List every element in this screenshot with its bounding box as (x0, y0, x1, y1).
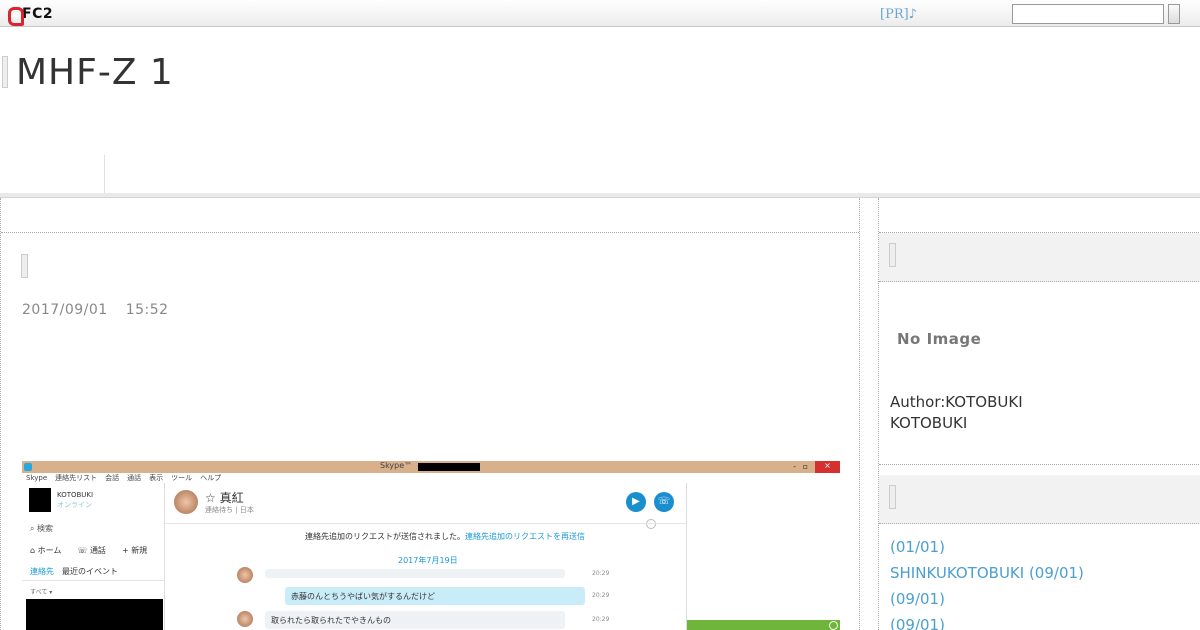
skype-nav: ⌂ ホーム ☏ 通話 + 新規 (30, 545, 163, 556)
main-column: 2017/09/01 15:52 Skype™ - ▫ × Skype 連絡先リスト… (0, 198, 860, 630)
skype-nav-call: ☏ 通話 (77, 546, 106, 555)
message-bubble-outgoing: 赤藤のんとちうやばい気がするんだけど (285, 587, 585, 605)
contact-name: ☆ 真紅 (205, 491, 244, 505)
entry-image[interactable]: Skype™ - ▫ × Skype 連絡先リスト 会話 通話 表示 ツール ヘルプ KOT… (22, 461, 840, 630)
profile-plugin-header (879, 233, 1200, 282)
redaction-bar (418, 463, 480, 471)
skype-titlebar: Skype™ - ▫ × (22, 461, 840, 473)
skype-user-status: オンライン (57, 501, 92, 509)
skype-menu-item: ヘルプ (200, 474, 222, 482)
author-info: Author:KOTOBUKI KOTOBUKI (890, 392, 1023, 434)
skype-filter-label: すべて (30, 589, 48, 596)
skype-menu-item: Skype (26, 474, 48, 482)
message-bubble (265, 569, 565, 578)
nav-strip (0, 155, 1200, 195)
search-button[interactable] (1168, 4, 1180, 24)
profile-image: No Image (897, 330, 982, 348)
skype-menu-item: 表示 (149, 474, 164, 482)
message-time: 20:29 (592, 570, 610, 577)
chat-notice: 連絡先追加のリクエストが送信されました。連絡先追加のリクエストを再送信 (305, 531, 585, 542)
author-label: Author:KOTOBUKI (890, 393, 1023, 411)
globe-icon (646, 519, 656, 529)
skype-nav-label: 新規 (131, 546, 148, 555)
skype-user-name: KOTOBUKI (57, 491, 94, 499)
pr-link[interactable]: [PR]♪ (880, 7, 917, 22)
skype-menubar: Skype 連絡先リスト 会話 通話 表示 ツール ヘルプ (22, 473, 840, 483)
skype-tab-contacts: 連絡先 (30, 567, 54, 576)
blog-title[interactable]: MHF-Z 1 (16, 52, 174, 93)
skype-nav-label: 通話 (89, 546, 106, 555)
nav-item[interactable] (0, 155, 105, 195)
main-top-strip (1, 198, 859, 233)
chat-date: 2017年7月19日 (398, 556, 458, 565)
skype-menu-item: ツール (171, 474, 193, 482)
skype-avatar (29, 488, 51, 512)
message-time: 20:29 (592, 592, 610, 599)
notice-link: 連絡先追加のリクエストを再送信 (465, 532, 585, 541)
skype-nav-home: ⌂ ホーム (30, 546, 62, 555)
title-decoration (2, 56, 8, 88)
skype-search-label: 検索 (37, 524, 54, 533)
skype-window-title: Skype™ (380, 461, 413, 470)
skype-nav-label: ホーム (37, 546, 62, 555)
skype-menu-item: 連絡先リスト (55, 474, 98, 482)
skype-filter: すべて ▾ (30, 589, 53, 596)
contact-avatar (174, 490, 198, 514)
sidebar-top-strip (879, 198, 1200, 233)
recent-entry-link[interactable]: SHINKUKOTOBUKI (09/01) (890, 560, 1084, 586)
fc2-logo-icon (6, 6, 24, 26)
contact-status: 連絡待ち | 日本 (205, 506, 254, 514)
skype-tabs: 連絡先 最近のイベント (30, 566, 118, 577)
message-avatar (237, 611, 253, 627)
recent-entries-header (879, 475, 1200, 524)
plugin-title-marker (889, 243, 896, 267)
skype-search: ⌕ 検索 (30, 524, 54, 533)
message-time: 20:29 (592, 616, 610, 623)
entry-datetime: 2017/09/01 15:52 (22, 302, 169, 318)
author-name: KOTOBUKI (890, 414, 968, 432)
skype-menu-item: 通話 (127, 474, 142, 482)
close-icon: × (815, 461, 840, 473)
plugin-title-marker (889, 485, 896, 509)
skype-app-icon (24, 463, 32, 471)
entry-time: 15:52 (125, 302, 169, 318)
skype-menu-item: 会話 (105, 474, 120, 482)
chat-divider (165, 523, 687, 524)
notice-text: 連絡先追加のリクエストが送信されました。 (305, 532, 465, 541)
message-avatar (237, 567, 253, 583)
redaction-block (26, 599, 163, 630)
sidebar: No Image Author:KOTOBUKI KOTOBUKI (01/01… (878, 198, 1200, 630)
skype-chat: ☆ 真紅 連絡待ち | 日本 ▶ ☏ 連絡先追加のリクエストが送信されました。連… (165, 483, 687, 630)
search-input[interactable] (1012, 4, 1164, 24)
green-bar (687, 620, 840, 630)
entry-title-marker (21, 254, 28, 278)
recent-entry-link[interactable]: (09/01) (890, 612, 1084, 630)
minimize-icon: - (793, 462, 796, 471)
skype-tab-recent: 最近のイベント (62, 567, 118, 576)
fc2-toolbar: FC2 [PR]♪ (0, 0, 1200, 27)
fc2-logo-text: FC2 (22, 5, 54, 22)
recent-entry-link[interactable]: (09/01) (890, 586, 1084, 612)
phone-call-icon: ☏ (654, 492, 674, 512)
skype-sidebar: KOTOBUKI オンライン ⌕ 検索 ⌂ ホーム ☏ 通話 + 新規 連絡先 最近の… (22, 483, 165, 630)
sidebar-divider (879, 464, 1200, 465)
skype-nav-new: + 新規 (121, 546, 148, 555)
video-call-icon: ▶ (626, 492, 646, 512)
blog-header: MHF-Z 1 (0, 52, 174, 93)
message-bubble: 取られたら取られたでやきんもの (265, 611, 565, 629)
skype-sidebar-divider (22, 580, 165, 581)
recent-entry-link[interactable]: (01/01) (890, 534, 1084, 560)
fc2-logo[interactable]: FC2 (6, 5, 54, 26)
restore-icon: ▫ (802, 462, 808, 471)
recent-entries-list: (01/01) SHINKUKOTOBUKI (09/01) (09/01) (… (890, 534, 1084, 630)
entry-date: 2017/09/01 (22, 302, 108, 318)
